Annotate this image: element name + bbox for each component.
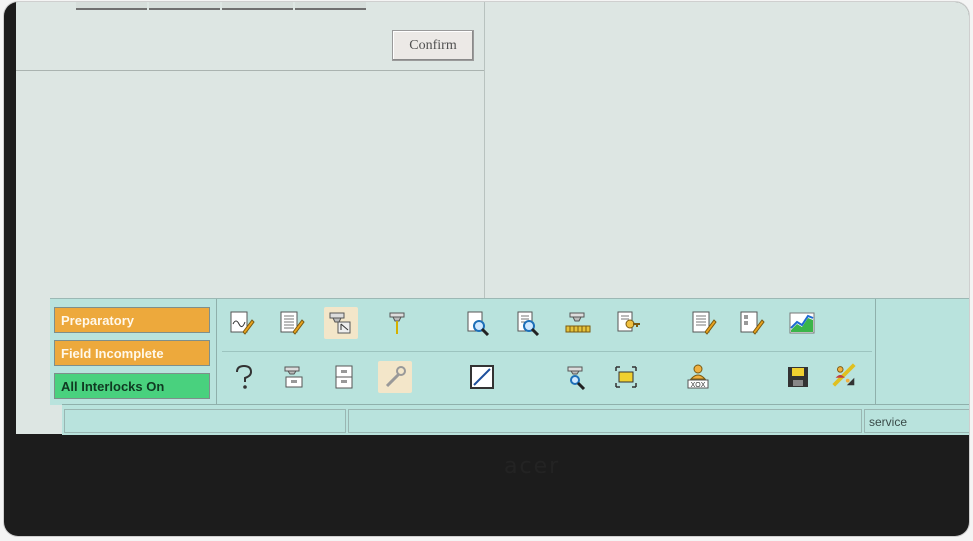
- status-interlocks: All Interlocks On: [54, 373, 210, 399]
- status-cell: [64, 409, 346, 433]
- beam-search-icon[interactable]: [562, 363, 590, 391]
- left-panel-header: Confirm: [16, 2, 484, 71]
- left-panel: Confirm: [16, 2, 485, 298]
- icon-panel: [216, 299, 876, 405]
- screen: Confirm Preparatory Field Incomplete All…: [16, 2, 969, 435]
- control-toolbar: Preparatory Field Incomplete All Interlo…: [50, 298, 969, 405]
- tray-icon[interactable]: [280, 363, 308, 391]
- document-key-icon[interactable]: [614, 309, 642, 337]
- target-icon[interactable]: [612, 363, 640, 391]
- monitor-frame: Confirm Preparatory Field Incomplete All…: [4, 2, 969, 536]
- status-cell: [348, 409, 862, 433]
- chart-icon[interactable]: [788, 309, 816, 337]
- mode-cell: service: [864, 409, 969, 433]
- graph-icon[interactable]: [468, 363, 496, 391]
- beam-icon[interactable]: [384, 309, 412, 337]
- monitor-brand-logo: acer: [504, 454, 561, 479]
- sheet-edit-icon[interactable]: [738, 309, 766, 337]
- right-panel-box: [876, 299, 969, 405]
- status-field-incomplete: Field Incomplete: [54, 340, 210, 366]
- bottom-status-bar: service: [62, 404, 969, 435]
- list-search-icon[interactable]: [514, 309, 542, 337]
- mode-label: service: [869, 415, 908, 429]
- document-search-icon[interactable]: [464, 309, 492, 337]
- help-icon[interactable]: [230, 363, 258, 391]
- list-edit-icon[interactable]: [690, 309, 718, 337]
- status-preparatory: Preparatory: [54, 307, 210, 333]
- save-icon[interactable]: [784, 363, 812, 391]
- collimator-icon[interactable]: [564, 309, 592, 337]
- divider: [222, 351, 872, 352]
- wrench-icon[interactable]: [378, 361, 412, 393]
- patient-xox-icon[interactable]: XOX: [684, 363, 712, 391]
- table-edit-icon[interactable]: [278, 309, 306, 337]
- svg-text:XOX: XOX: [691, 382, 706, 389]
- beam-select-icon[interactable]: [324, 307, 358, 339]
- cabinet-icon[interactable]: [330, 363, 358, 391]
- right-panel: [486, 2, 969, 298]
- user-chart-icon[interactable]: [830, 361, 858, 389]
- confirm-button[interactable]: Confirm: [392, 30, 474, 61]
- waveform-edit-icon[interactable]: [228, 309, 256, 337]
